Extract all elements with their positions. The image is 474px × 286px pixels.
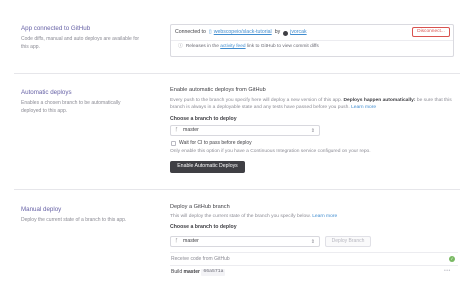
auto-branch-select[interactable]: ᚴ master ⇕ — [170, 125, 320, 136]
activity-feed-link[interactable]: activity feed — [220, 44, 245, 50]
branch-icon: ᚴ — [175, 238, 179, 245]
manual-deploy-heading: Deploy a GitHub branch — [170, 204, 230, 210]
auto-info-bold: Deploys happen automatically: — [343, 97, 416, 103]
github-section-description: Code diffs, manual and auto deploys are … — [21, 36, 140, 50]
section-divider-1 — [14, 73, 460, 74]
github-connection-panel: Connected to ▯ webscopeio/slack-tutorial… — [170, 24, 454, 57]
user-link[interactable]: jvorcak — [290, 29, 306, 36]
steps-divider — [170, 252, 458, 253]
wait-ci-checkbox[interactable] — [171, 141, 176, 146]
by-text: by — [274, 29, 281, 36]
connected-prefix: Connected to — [175, 29, 206, 36]
manual-choose-branch-label: Choose a branch to deploy — [170, 224, 237, 231]
chevron-updown-icon: ⇕ — [310, 128, 315, 134]
repo-link[interactable]: webscopeio/slack-tutorial — [214, 29, 272, 36]
auto-deploys-info-text: Every push to the branch you specify her… — [170, 97, 456, 112]
panel-divider — [171, 40, 453, 41]
auto-choose-branch-label: Choose a branch to deploy — [170, 116, 237, 123]
chevron-updown-icon: ⇕ — [310, 239, 315, 245]
loading-dots-icon: ••• — [444, 268, 451, 274]
commit-hash: 66a571a — [201, 269, 226, 276]
step-build: Build master 66a571a — [171, 269, 226, 276]
auto-info-part1: Every push to the branch you specify her… — [170, 97, 343, 103]
build-branch: master — [183, 269, 200, 275]
enable-auto-deploys-button[interactable]: Enable Automatic Deploys — [170, 161, 245, 173]
wait-ci-label: Wait for CI to pass before deploy — [179, 140, 252, 146]
steps-divider-2 — [170, 265, 458, 266]
connection-row: Connected to ▯ webscopeio/slack-tutorial… — [175, 28, 451, 38]
auto-learn-more-link[interactable]: Learn more — [351, 105, 376, 110]
manual-deploy-description: Deploy the current state of a branch to … — [21, 217, 127, 224]
wait-ci-help: Only enable this option if you have a Co… — [170, 149, 371, 154]
auto-deploys-heading: Enable automatic deploys from GitHub — [170, 87, 266, 93]
auto-branch-value: master — [183, 126, 199, 133]
manual-learn-more-link[interactable]: Learn more — [312, 214, 337, 219]
build-prefix: Build — [171, 269, 183, 275]
info-icon: ⓘ — [178, 44, 183, 49]
section-divider-2 — [14, 189, 460, 190]
manual-deploy-panel: Deploy a GitHub branch This will deploy … — [170, 204, 458, 231]
auto-deploys-title: Automatic deploys — [21, 89, 72, 96]
releases-row: ⓘ Releases in the activity feed link to … — [178, 44, 319, 50]
repo-icon: ▯ — [208, 29, 212, 36]
branch-icon: ᚴ — [175, 127, 179, 134]
check-circle-icon: ✓ — [449, 256, 455, 262]
step-receive-code: Receive code from GitHub — [171, 256, 230, 262]
manual-info: This will deploy the current state of th… — [170, 213, 311, 219]
deploy-branch-button[interactable]: Deploy Branch — [325, 236, 371, 247]
manual-deploy-title: Manual deploy — [21, 206, 62, 213]
releases-suffix: link to GitHub to view commit diffs — [246, 44, 319, 49]
github-section-info: App connected to GitHub Code diffs, manu… — [21, 25, 141, 51]
github-section-title: App connected to GitHub — [21, 25, 91, 32]
auto-deploys-panel: Enable automatic deploys from GitHub Eve… — [170, 87, 458, 123]
manual-branch-value: master — [183, 237, 199, 244]
user-avatar — [283, 30, 289, 36]
releases-prefix: Releases in the — [185, 44, 219, 49]
manual-deploy-info-text: This will deploy the current state of th… — [170, 214, 458, 221]
auto-deploys-info: Automatic deploys Enables a chosen branc… — [21, 89, 141, 115]
manual-deploy-info: Manual deploy Deploy the current state o… — [21, 206, 141, 225]
auto-deploys-description: Enables a chosen branch to be automatica… — [21, 100, 121, 114]
manual-branch-select[interactable]: ᚴ master ⇕ — [170, 236, 320, 247]
disconnect-button[interactable]: Disconnect... — [412, 27, 450, 37]
